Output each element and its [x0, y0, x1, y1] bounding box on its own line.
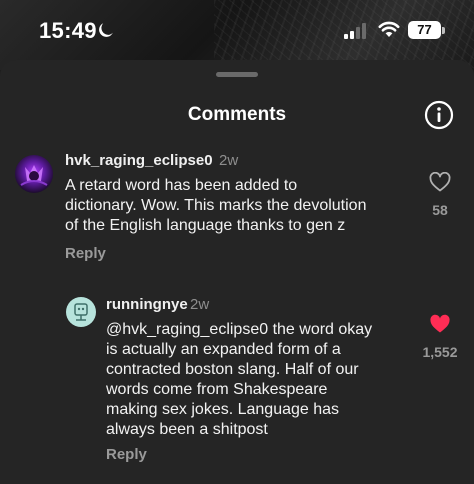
comment-text-line: of the English language thanks to gen z [65, 217, 346, 234]
info-icon[interactable] [424, 100, 454, 130]
comment-text-line: dictionary. Wow. This marks the devoluti… [65, 197, 367, 214]
status-time: 15:49 [39, 18, 97, 43]
cellular-signal-icon [344, 23, 366, 39]
comment-text-line: the word okay [268, 321, 373, 338]
comment-text-line: words come from Shakespeare [106, 381, 328, 398]
like-count: 1,552 [422, 344, 458, 360]
mention-link[interactable]: @hvk_raging_eclipse0 [106, 321, 268, 338]
heart-filled-icon[interactable] [429, 314, 451, 334]
wifi-icon [378, 21, 400, 37]
comment-text-line: contracted boston slang. Half of our [106, 361, 359, 378]
sheet-title: Comments [187, 104, 287, 125]
avatar-image [74, 303, 88, 321]
reply-button[interactable]: Reply [65, 245, 106, 262]
battery-indicator: 77 [408, 21, 441, 39]
heart-outline-icon[interactable] [429, 172, 451, 192]
reply-button[interactable]: Reply [106, 446, 147, 463]
moon-icon [99, 23, 113, 37]
comment-text: A retard word has been added to dictiona… [65, 176, 366, 236]
sheet-grabber-handle[interactable] [216, 72, 258, 77]
comment-text-line: A retard word has been added to [65, 177, 298, 194]
comment-text: @hvk_raging_eclipse0 the word okay is ac… [106, 320, 372, 440]
comment-username[interactable]: hvk_raging_eclipse0 [65, 152, 213, 169]
avatar[interactable] [66, 297, 96, 327]
comment-text-line: always been a shitpost [106, 421, 268, 438]
comment-text-line: is actually an expanded form of a [106, 341, 341, 358]
comment-timestamp: 2w [219, 152, 239, 169]
comment-username[interactable]: runningnye [106, 296, 188, 313]
like-count: 58 [432, 202, 448, 218]
screen: 15:49 77 Comments hvk_raging_eclipse0 2w… [0, 0, 474, 484]
comment-timestamp: 2w [190, 296, 210, 313]
avatar[interactable] [15, 155, 53, 193]
comment-text-line: making sex jokes. Language has [106, 401, 340, 418]
avatar-image [20, 165, 48, 186]
battery-nub [442, 27, 445, 34]
